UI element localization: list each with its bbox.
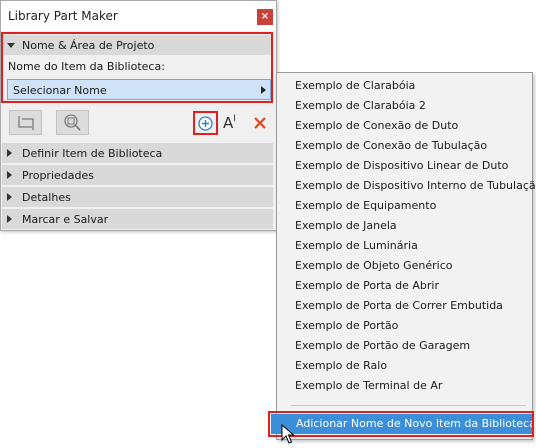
chevron-right-icon [7, 171, 12, 179]
chevron-right-icon [7, 215, 12, 223]
menu-item[interactable]: Exemplo de Janela [295, 217, 397, 235]
section-label: Propriedades [22, 169, 94, 182]
chevron-right-icon [7, 149, 12, 157]
name-dropdown-menu: Exemplo de Clarabóia Exemplo de Clarabói… [276, 72, 536, 440]
delete-x-icon[interactable] [252, 115, 268, 131]
close-button[interactable]: × [257, 9, 273, 25]
section-propriedades[interactable]: Propriedades [2, 165, 273, 185]
name-section-highlight [1, 32, 273, 103]
crop-icon [18, 116, 34, 130]
menu-item[interactable]: Exemplo de Portão [295, 317, 398, 335]
title-bar: Library Part Maker × [1, 1, 276, 31]
section-label: Detalhes [22, 191, 71, 204]
menu-item[interactable]: Exemplo de Conexão de Tubulação [295, 137, 487, 155]
menu-item[interactable]: Exemplo de Portão de Garagem [295, 337, 470, 355]
menu-item[interactable]: Exemplo de Terminal de Ar [295, 377, 442, 395]
section-label: Marcar e Salvar [22, 213, 109, 226]
menu-item[interactable]: Exemplo de Equipamento [295, 197, 436, 215]
text-style-glyph: A [223, 114, 234, 132]
menu-divider [291, 405, 526, 406]
add-new-highlight [268, 411, 534, 437]
menu-item[interactable]: Exemplo de Porta de Correr Embutida [295, 297, 503, 315]
text-style-icon[interactable]: AI [223, 114, 236, 132]
menu-item[interactable]: Exemplo de Clarabóia 2 [295, 97, 426, 115]
menu-item[interactable]: Exemplo de Clarabóia [295, 77, 415, 95]
zoom-button[interactable] [56, 110, 89, 135]
menu-item[interactable]: Exemplo de Dispositivo Interno de Tubula… [295, 177, 536, 195]
zoom-icon [64, 114, 81, 131]
menu-item[interactable]: Exemplo de Luminária [295, 237, 418, 255]
crop-button[interactable] [9, 110, 42, 135]
section-marcar-salvar[interactable]: Marcar e Salvar [2, 209, 273, 229]
section-detalhes[interactable]: Detalhes [2, 187, 273, 207]
menu-item[interactable]: Exemplo de Porta de Abrir [295, 277, 439, 295]
add-circle-icon[interactable] [197, 115, 214, 132]
menu-item[interactable]: Exemplo de Dispositivo Linear de Duto [295, 157, 508, 175]
section-label: Definir Item de Biblioteca [22, 147, 163, 160]
menu-item[interactable]: Exemplo de Objeto Genérico [295, 257, 453, 275]
menu-item[interactable]: Exemplo de Ralo [295, 357, 387, 375]
section-definir-item[interactable]: Definir Item de Biblioteca [2, 143, 273, 163]
menu-item[interactable]: Exemplo de Conexão de Duto [295, 117, 458, 135]
mouse-cursor-icon [281, 424, 295, 444]
window-title: Library Part Maker [8, 9, 118, 23]
chevron-right-icon [7, 193, 12, 201]
